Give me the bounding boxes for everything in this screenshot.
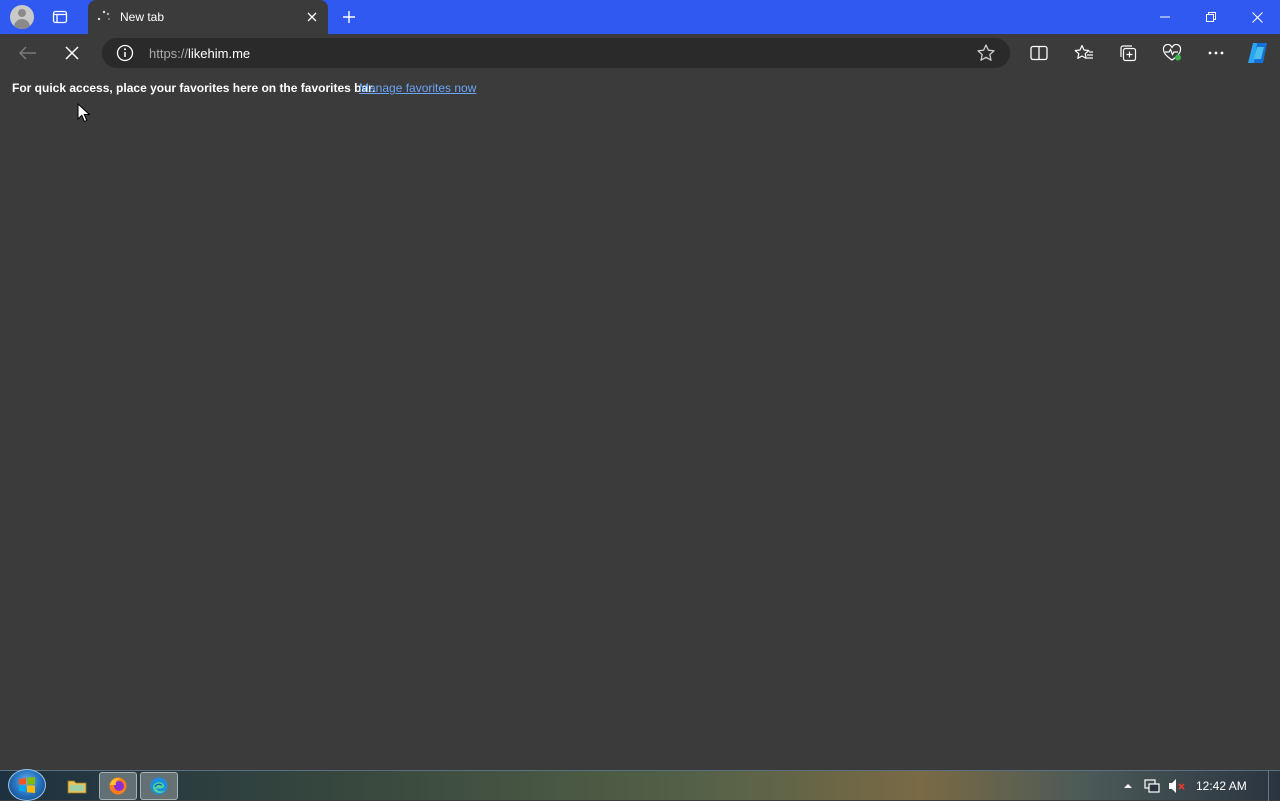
url-host: likehim.me bbox=[188, 46, 251, 61]
windows-logo-icon bbox=[19, 777, 35, 793]
network-tray-button[interactable] bbox=[1142, 775, 1162, 797]
show-hidden-icons-button[interactable] bbox=[1120, 775, 1136, 797]
collections-button[interactable] bbox=[1112, 37, 1144, 69]
favorites-bar-message: For quick access, place your favorites h… bbox=[12, 81, 376, 95]
navigation-toolbar: https://likehim.me bbox=[0, 34, 1280, 72]
folder-icon bbox=[67, 780, 87, 794]
settings-and-more-button[interactable] bbox=[1200, 37, 1232, 69]
restore-button[interactable] bbox=[1188, 0, 1234, 34]
close-icon bbox=[1251, 11, 1263, 23]
minimize-icon bbox=[1160, 16, 1170, 18]
copilot-icon bbox=[1248, 43, 1267, 63]
taskbar-clock[interactable]: 12:42 AM bbox=[1196, 779, 1247, 793]
volume-muted-icon bbox=[1169, 779, 1185, 793]
stop-icon bbox=[65, 46, 79, 60]
taskbar-firefox[interactable] bbox=[99, 772, 137, 800]
tab-actions-icon bbox=[52, 10, 68, 24]
address-url[interactable]: https://likehim.me bbox=[149, 46, 250, 61]
restore-icon bbox=[1206, 12, 1216, 22]
site-info-icon[interactable] bbox=[116, 44, 134, 62]
back-button[interactable] bbox=[12, 37, 44, 69]
stop-loading-button[interactable] bbox=[56, 37, 88, 69]
copilot-button[interactable] bbox=[1242, 37, 1274, 69]
profile-button[interactable] bbox=[6, 0, 38, 34]
favorites-icon bbox=[1074, 44, 1093, 59]
tab-new-tab[interactable]: New tab bbox=[88, 0, 328, 34]
favorites-bar: For quick access, place your favorites h… bbox=[0, 72, 1280, 104]
firefox-icon bbox=[109, 777, 127, 795]
start-button[interactable] bbox=[8, 769, 46, 801]
split-screen-button[interactable] bbox=[1023, 37, 1055, 69]
taskbar: 12:42 AM bbox=[0, 769, 1280, 801]
chevron-up-icon bbox=[1124, 784, 1132, 788]
tab-actions-button[interactable] bbox=[44, 0, 76, 34]
close-icon bbox=[307, 12, 317, 22]
close-window-button[interactable] bbox=[1234, 0, 1280, 34]
loading-spinner-icon bbox=[97, 10, 110, 21]
favorites-button[interactable] bbox=[1068, 37, 1100, 69]
show-desktop-button[interactable] bbox=[1268, 771, 1280, 801]
plus-icon bbox=[343, 11, 355, 23]
minimize-button[interactable] bbox=[1142, 0, 1188, 34]
volume-tray-button[interactable] bbox=[1167, 775, 1187, 797]
url-scheme: https:// bbox=[149, 46, 189, 61]
back-arrow-icon bbox=[19, 46, 36, 60]
network-icon bbox=[1144, 779, 1160, 793]
taskbar-file-explorer[interactable] bbox=[58, 772, 96, 800]
profile-avatar-icon bbox=[10, 5, 34, 29]
mouse-cursor-icon bbox=[77, 103, 91, 123]
collections-icon bbox=[1120, 45, 1137, 62]
more-dots-icon bbox=[1208, 51, 1224, 55]
split-screen-icon bbox=[1030, 45, 1048, 61]
taskbar-edge[interactable] bbox=[140, 772, 178, 800]
tab-title: New tab bbox=[120, 10, 165, 24]
add-favorite-star-icon[interactable] bbox=[976, 43, 996, 63]
manage-favorites-link[interactable]: Manage favorites now bbox=[359, 81, 476, 95]
address-bar[interactable]: https://likehim.me bbox=[102, 38, 1010, 68]
browser-essentials-button[interactable] bbox=[1156, 37, 1188, 69]
heart-pulse-icon bbox=[1162, 44, 1182, 61]
new-tab-button[interactable] bbox=[334, 0, 364, 34]
edge-icon bbox=[150, 777, 168, 795]
tab-close-button[interactable] bbox=[298, 3, 326, 31]
title-bar: New tab bbox=[0, 0, 1280, 34]
